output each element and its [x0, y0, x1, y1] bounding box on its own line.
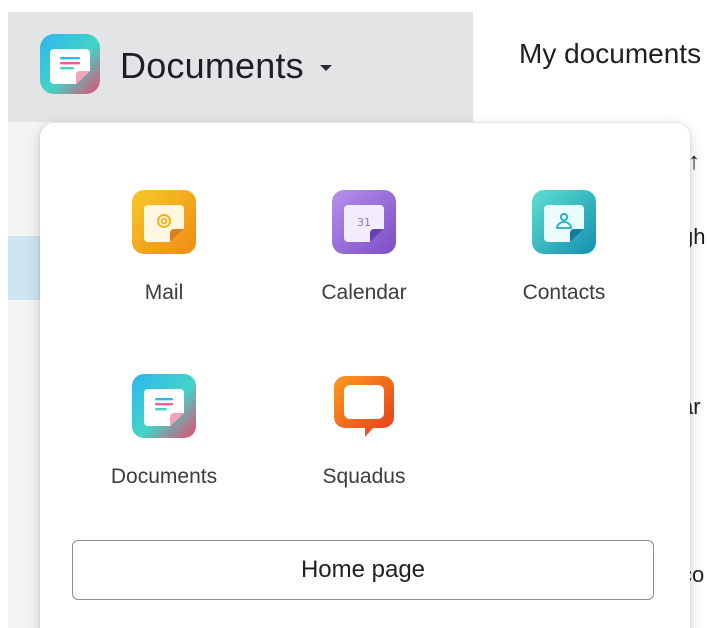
caret-down-icon [319, 65, 332, 71]
app-label-squadus: Squadus [322, 465, 406, 488]
app-switcher-dropdown: Mail 31 Calendar Contacts Documents Squa… [40, 123, 690, 628]
documents-icon [131, 373, 197, 439]
documents-app-icon [38, 32, 102, 101]
page-title: My documents [519, 38, 702, 69]
app-tile-calendar[interactable]: 31 Calendar [264, 189, 464, 329]
page: Documents My documents ↑ gh - ar co [0, 0, 707, 628]
app-tile-contacts[interactable]: Contacts [464, 189, 664, 329]
home-page-button[interactable]: Home page [72, 540, 654, 600]
squadus-icon [331, 373, 397, 439]
contacts-icon [531, 189, 597, 255]
app-tile-mail[interactable]: Mail [64, 189, 264, 329]
app-tile-squadus[interactable]: Squadus [264, 373, 464, 513]
app-tile-documents[interactable]: Documents [64, 373, 264, 513]
mail-icon [131, 189, 197, 255]
app-label-contacts: Contacts [522, 281, 606, 304]
app-label-calendar: Calendar [321, 281, 407, 304]
app-title: Documents [120, 45, 304, 86]
app-label-documents: Documents [110, 465, 218, 488]
app-switcher-button[interactable]: Documents [38, 32, 332, 101]
app-label-mail: Mail [144, 281, 184, 304]
calendar-date-badge: 31 [357, 216, 371, 229]
calendar-icon: 31 [331, 189, 397, 255]
